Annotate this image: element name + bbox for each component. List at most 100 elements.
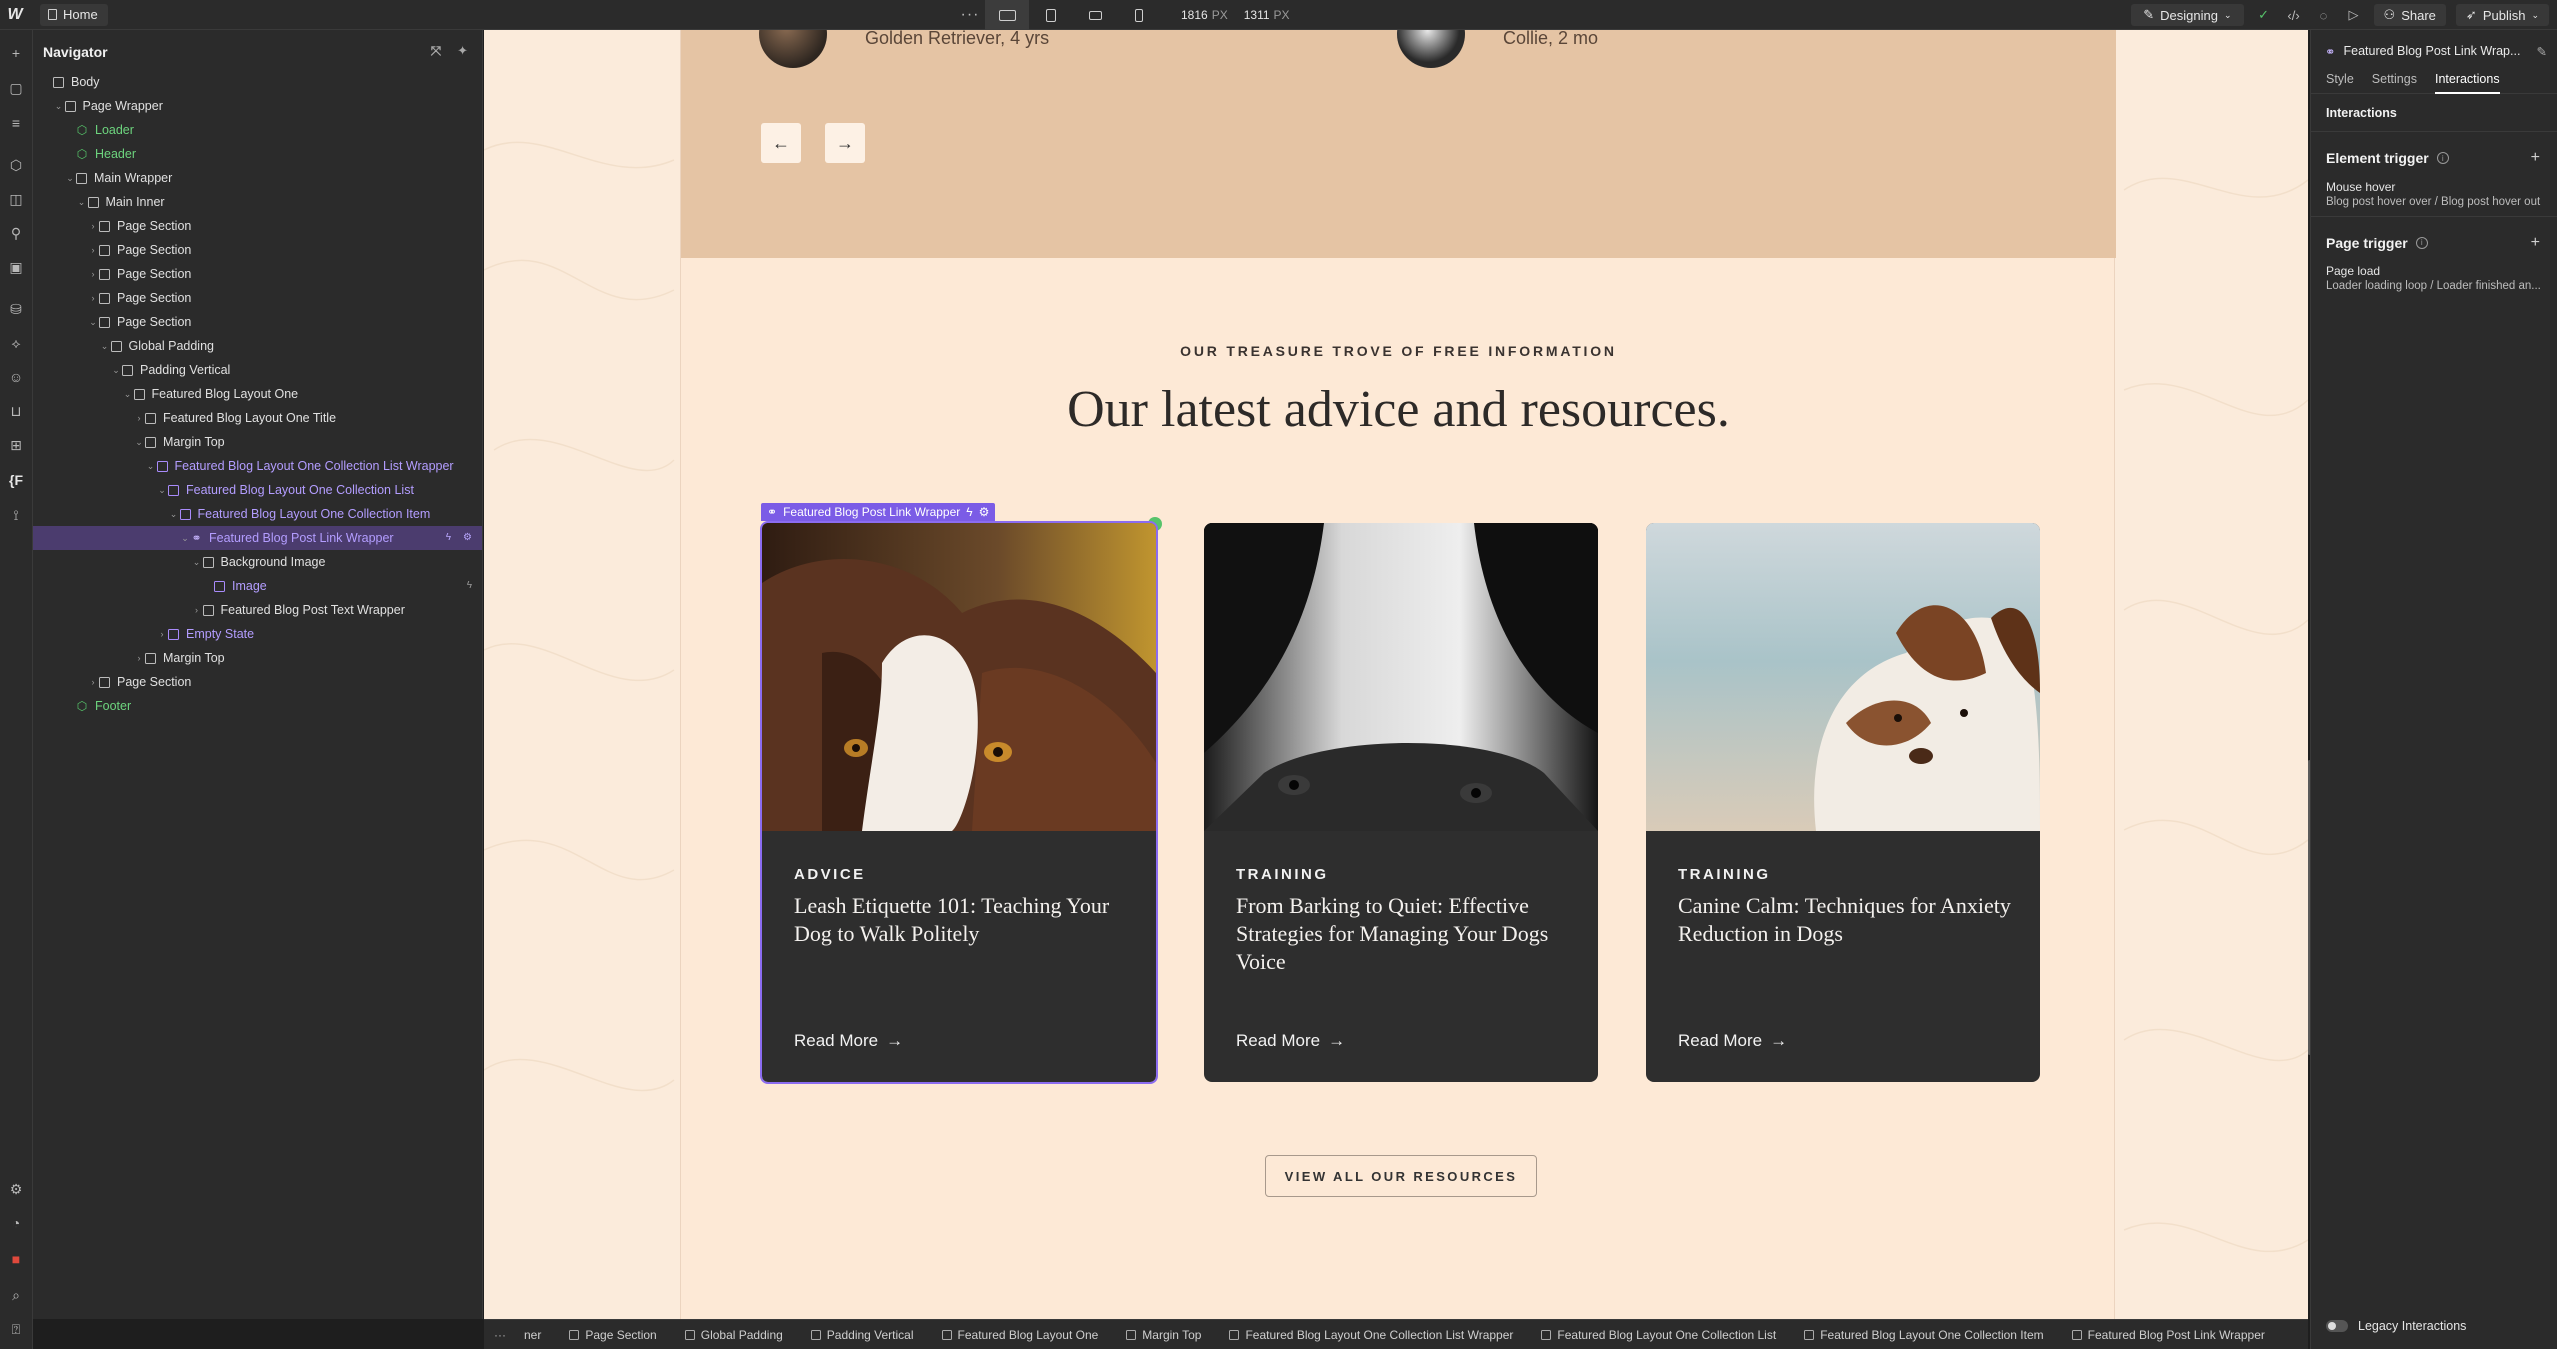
chevron-down-icon[interactable]: ⌄ <box>99 341 111 352</box>
audit-icon[interactable]: ◔ <box>7 1214 25 1232</box>
navigator-row[interactable]: › Margin Top <box>33 646 482 670</box>
navigator-row[interactable]: › Empty State <box>33 622 482 646</box>
chevron-down-icon[interactable]: ⌄ <box>133 437 145 448</box>
info-icon[interactable]: i <box>2436 152 2449 164</box>
breadcrumb-item[interactable]: Page Section <box>555 1328 670 1342</box>
navigator-row[interactable]: ⌄ Margin Top <box>33 430 482 454</box>
tab-style[interactable]: Style <box>2326 72 2354 93</box>
settings-icon[interactable]: ⚙ <box>463 532 472 543</box>
selected-element-label[interactable]: ⚭ Featured Blog Post Link Wrapper ϟ ⚙ <box>761 503 996 521</box>
read-more-link[interactable]: Read More → <box>1678 1031 1787 1051</box>
pages-icon[interactable]: ▢ <box>7 79 25 97</box>
chevron-right-icon[interactable]: › <box>191 605 203 615</box>
desktop-breakpoint-button[interactable] <box>985 0 1029 30</box>
chevron-down-icon[interactable]: ⌄ <box>87 317 99 328</box>
navigator-row[interactable]: › Featured Blog Post Text Wrapper <box>33 598 482 622</box>
ecommerce-icon[interactable]: ⊔ <box>7 402 25 420</box>
pin-icon[interactable]: ✦ <box>457 43 468 59</box>
variables-icon[interactable]: ⚲ <box>7 224 25 242</box>
chevron-right-icon[interactable]: › <box>133 653 145 663</box>
navigator-row[interactable]: › Featured Blog Layout One Title <box>33 406 482 430</box>
breadcrumb-item[interactable]: Padding Vertical <box>797 1328 928 1342</box>
components-icon[interactable]: ⬡ <box>7 156 25 174</box>
navigator-row[interactable]: ⌄ Featured Blog Layout One <box>33 382 482 406</box>
blog-card[interactable]: TRAINING Canine Calm: Techniques for Anx… <box>1646 523 2040 1082</box>
chevron-down-icon[interactable]: ⌄ <box>110 365 122 376</box>
add-elements-icon[interactable]: + <box>7 44 25 62</box>
navigator-row[interactable]: ⌄ Page Section <box>33 310 482 334</box>
chevron-right-icon[interactable]: › <box>87 293 99 303</box>
more-icon[interactable]: ··· <box>484 1328 510 1342</box>
preview-play-icon[interactable]: ▷ <box>2344 5 2364 25</box>
info-icon[interactable]: i <box>2415 236 2428 249</box>
apps-icon[interactable]: ⊞ <box>7 436 25 454</box>
chevron-down-icon[interactable]: ⌄ <box>76 197 88 208</box>
chevron-down-icon[interactable]: ⌄ <box>179 533 191 544</box>
navigator-row[interactable]: ⌄ Featured Blog Layout One Collection Lis… <box>33 478 482 502</box>
navigator-row[interactable]: ⌄ Main Wrapper <box>33 166 482 190</box>
bolt-icon[interactable]: ϟ <box>446 532 451 543</box>
chevron-right-icon[interactable]: › <box>87 269 99 279</box>
navigator-row[interactable]: › Page Section <box>33 670 482 694</box>
navigator-row[interactable]: ⬡ Loader <box>33 118 482 142</box>
navigator-row[interactable]: ⬡ Footer <box>33 694 482 718</box>
slider-next-button[interactable]: → <box>825 123 865 163</box>
mouse-hover-trigger[interactable]: Mouse hover Blog post hover over / Blog … <box>2326 180 2542 208</box>
navigator-icon[interactable]: ≡ <box>7 114 25 132</box>
view-all-resources-button[interactable]: VIEW ALL OUR RESOURCES <box>1265 1155 1537 1197</box>
chevron-right-icon[interactable]: › <box>156 629 168 639</box>
chevron-down-icon[interactable]: ⌄ <box>168 509 180 520</box>
chevron-down-icon[interactable]: ⌄ <box>145 461 157 472</box>
mobile-landscape-breakpoint-button[interactable] <box>1073 0 1117 30</box>
navigator-row[interactable]: › Page Section <box>33 238 482 262</box>
webflow-logo[interactable]: W <box>0 0 30 30</box>
breadcrumb-item[interactable]: Featured Blog Layout One Collection List… <box>1215 1328 1527 1342</box>
chevron-right-icon[interactable]: › <box>133 413 145 423</box>
navigator-row[interactable]: › Page Section <box>33 262 482 286</box>
navigator-row[interactable]: ⌄ Global Padding <box>33 334 482 358</box>
navigator-row[interactable]: ⌄ ⚭ Featured Blog Post Link Wrapper ϟ ⚙ <box>33 526 482 550</box>
chevron-down-icon[interactable]: ⌄ <box>53 101 65 112</box>
settings-gear-icon[interactable]: ⚙ <box>7 1180 25 1198</box>
slider-prev-button[interactable]: ← <box>761 123 801 163</box>
logic-icon[interactable]: ⟡ <box>7 334 25 352</box>
breadcrumb-item[interactable]: Featured Blog Layout One Collection List <box>1527 1328 1790 1342</box>
finsweet-icon[interactable]: {F <box>7 471 25 489</box>
chevron-right-icon[interactable]: › <box>87 221 99 231</box>
mode-dropdown[interactable]: ✎ Designing ⌄ <box>2131 4 2244 26</box>
breadcrumb-item[interactable]: Featured Blog Layout One Collection Item <box>1790 1328 2057 1342</box>
home-button[interactable]: Home <box>40 3 108 26</box>
mobile-portrait-breakpoint-button[interactable] <box>1117 0 1161 30</box>
navigator-row[interactable]: ⌄ Main Inner <box>33 190 482 214</box>
assets-icon[interactable]: ▣ <box>7 258 25 276</box>
breadcrumb-item[interactable]: Margin Top <box>1112 1328 1215 1342</box>
read-more-link[interactable]: Read More → <box>794 1031 903 1051</box>
search-icon[interactable]: ⌕ <box>7 1286 25 1304</box>
share-button[interactable]: ⚇ Share <box>2373 4 2446 26</box>
chevron-right-icon[interactable]: › <box>87 245 99 255</box>
integrations-icon[interactable]: ⟟ <box>7 506 25 524</box>
record-icon[interactable]: ■ <box>7 1250 25 1268</box>
bolt-icon[interactable]: ϟ <box>467 580 472 591</box>
chevron-down-icon[interactable]: ⌄ <box>64 173 76 184</box>
breadcrumb-item[interactable]: Featured Blog Post Link Wrapper <box>2058 1328 2279 1342</box>
blog-card[interactable]: TRAINING From Barking to Quiet: Effectiv… <box>1204 523 1598 1082</box>
legacy-interactions-toggle[interactable] <box>2326 1320 2348 1332</box>
breadcrumb-item[interactable]: Global Padding <box>671 1328 797 1342</box>
breadcrumb-item[interactable]: ner <box>510 1328 555 1342</box>
navigator-row[interactable]: ⌄ Padding Vertical <box>33 358 482 382</box>
page-load-trigger[interactable]: Page load Loader loading loop / Loader f… <box>2326 264 2542 292</box>
chevron-down-icon[interactable]: ⌄ <box>122 389 134 400</box>
comments-icon[interactable]: ◌ <box>2314 5 2334 25</box>
canvas-height[interactable]: 1311 PX <box>1244 8 1290 22</box>
canvas-width[interactable]: 1816 PX <box>1181 8 1228 22</box>
style-selectors-icon[interactable]: ◫ <box>7 190 25 208</box>
chevron-down-icon[interactable]: ⌄ <box>191 557 203 568</box>
tab-interactions[interactable]: Interactions <box>2434 72 2500 94</box>
read-more-link[interactable]: Read More → <box>1236 1031 1345 1051</box>
add-page-trigger-button[interactable]: + <box>2531 234 2540 252</box>
tab-settings[interactable]: Settings <box>2372 72 2417 93</box>
cms-icon[interactable]: ⛁ <box>7 300 25 318</box>
more-breakpoints-icon[interactable]: ··· <box>955 6 985 24</box>
collapse-icon[interactable]: ⤧ <box>431 43 441 59</box>
